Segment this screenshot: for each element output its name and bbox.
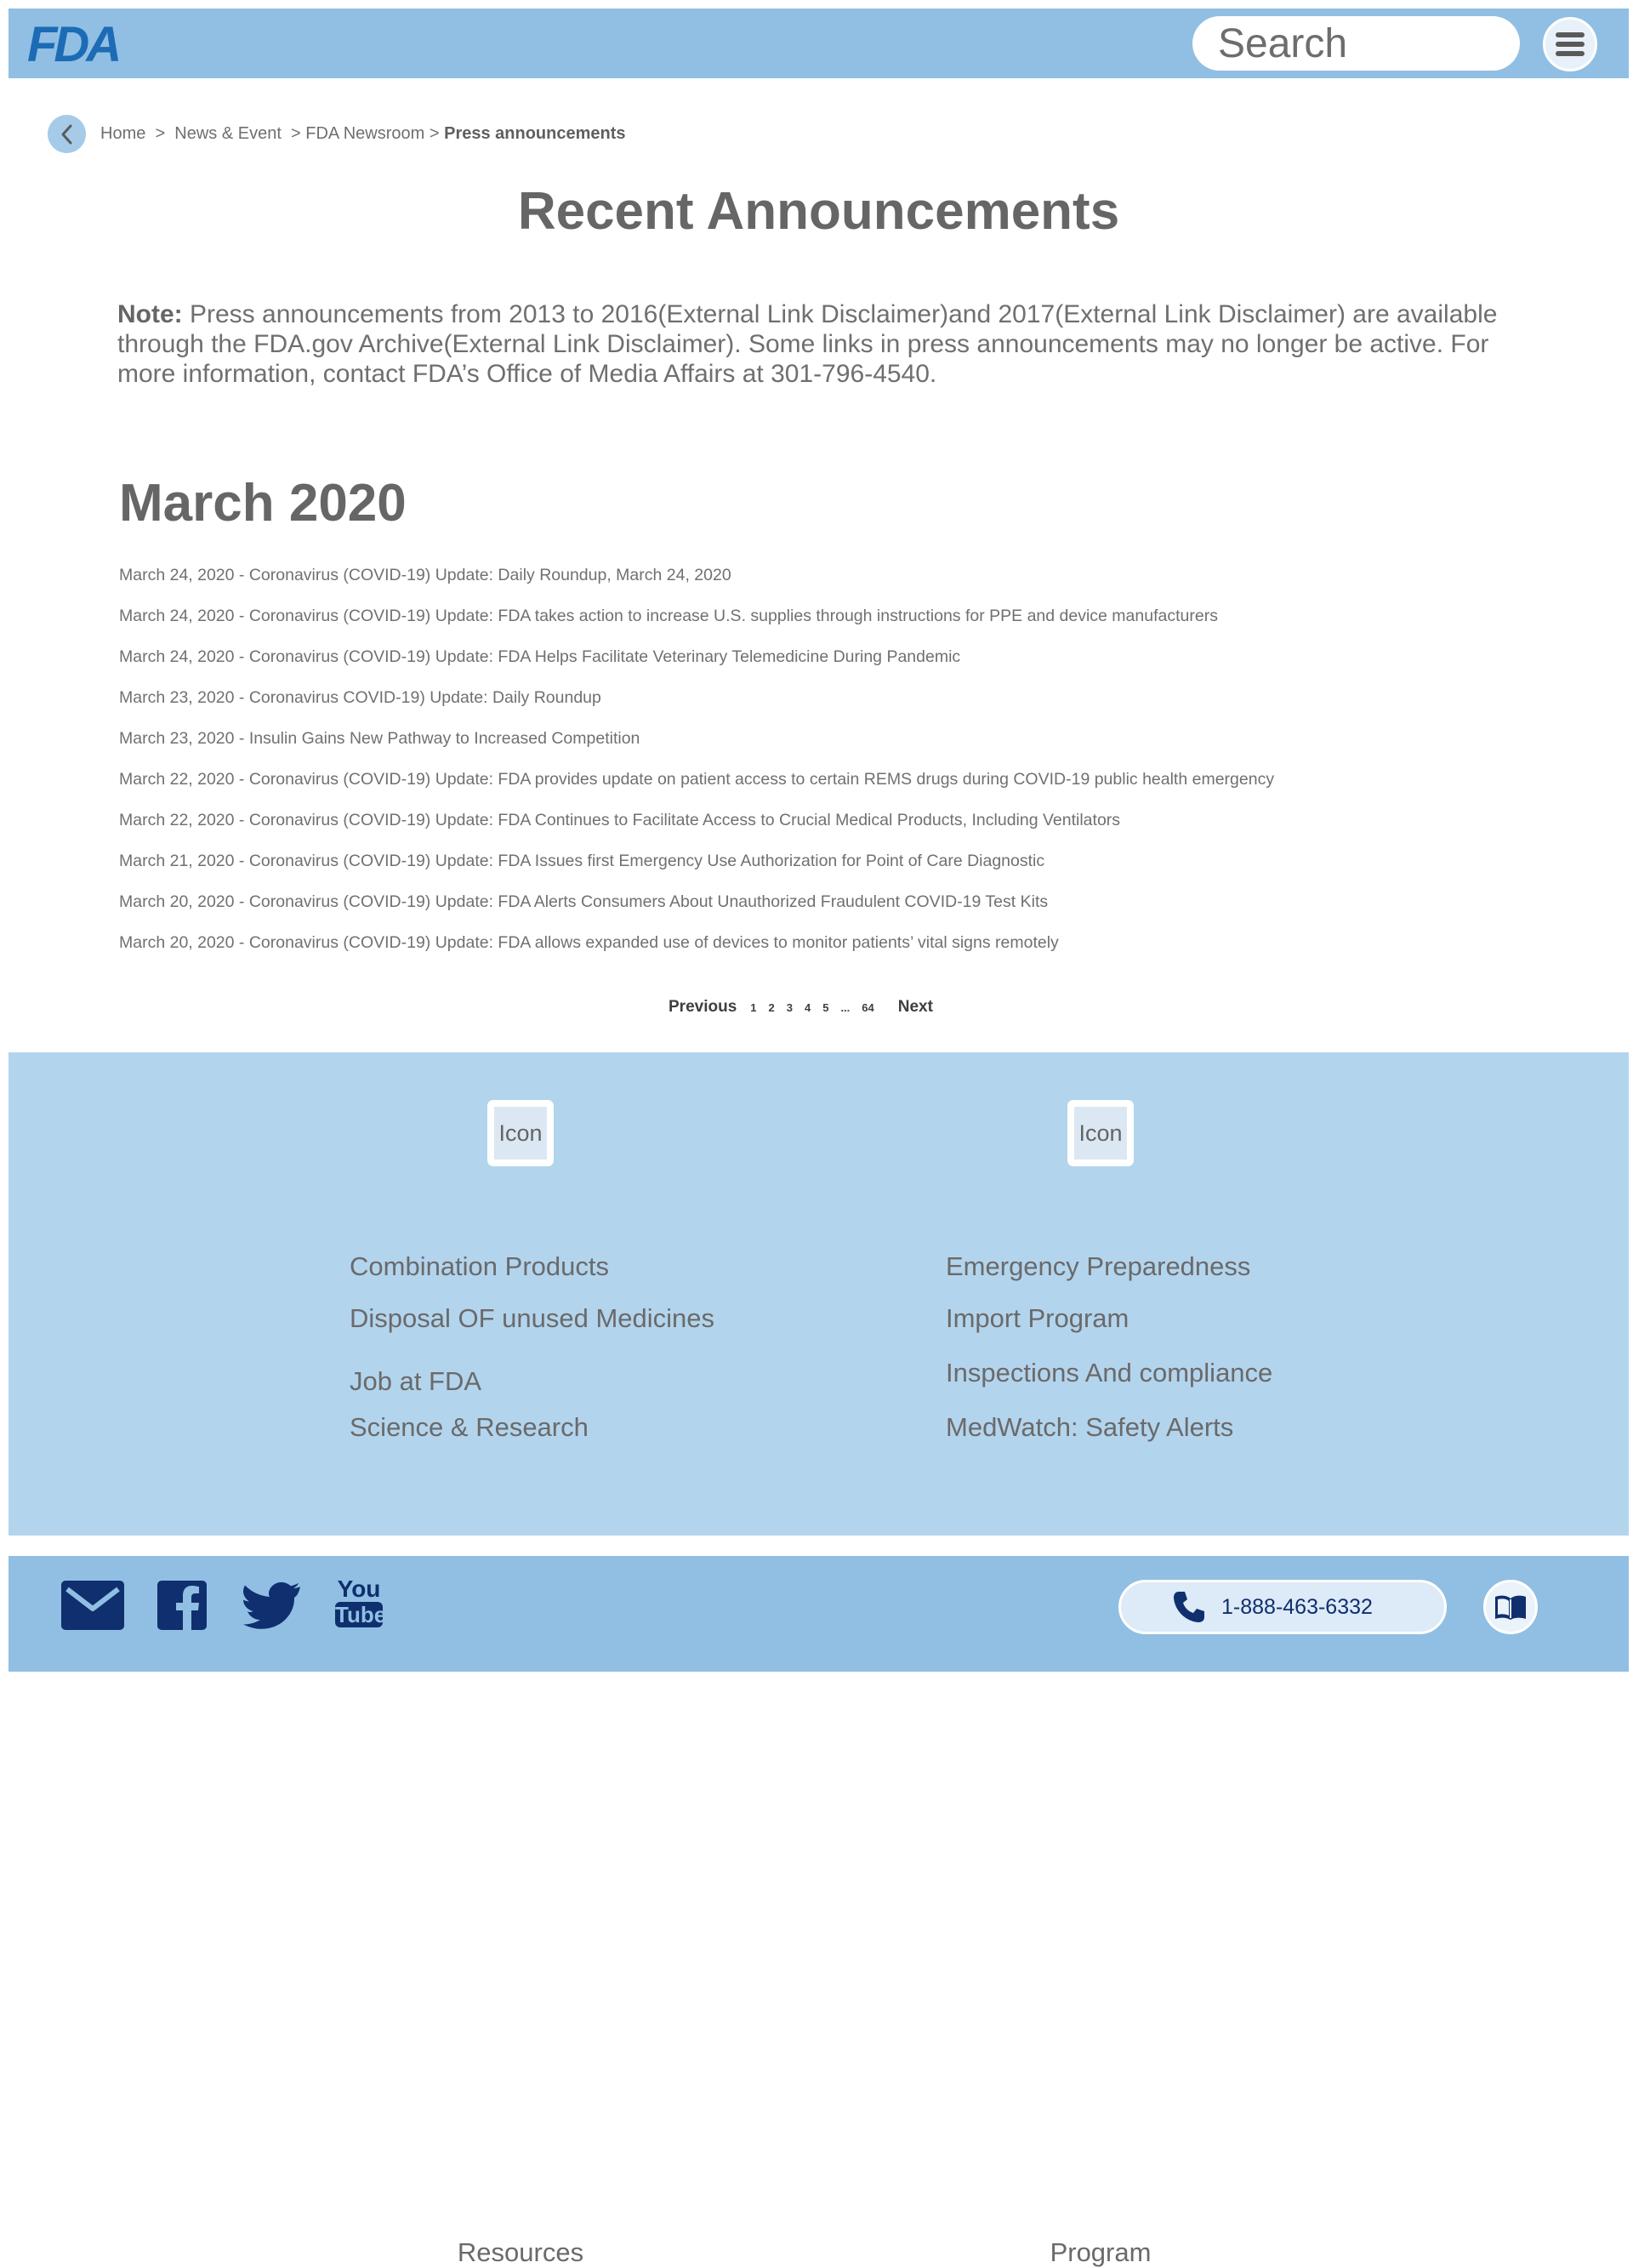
footer-link-emergency-preparedness[interactable]: Emergency Preparedness bbox=[946, 1251, 1250, 1282]
page-link-64[interactable]: 64 bbox=[862, 1001, 873, 1014]
top-navigation-bar: FDA bbox=[9, 9, 1629, 78]
announcement-link[interactable]: March 24, 2020 - Coronavirus (COVID-19) … bbox=[119, 645, 1274, 686]
announcement-link[interactable]: March 22, 2020 - Coronavirus (COVID-19) … bbox=[119, 808, 1274, 849]
breadcrumb-newsroom[interactable]: FDA Newsroom bbox=[305, 124, 424, 143]
program-icon-label: Icon bbox=[1074, 1107, 1127, 1160]
search-input[interactable] bbox=[1192, 16, 1520, 71]
footer-link-combination-products[interactable]: Combination Products bbox=[350, 1251, 609, 1282]
footer-link-import-program[interactable]: Import Program bbox=[946, 1303, 1129, 1334]
resources-title: Resources bbox=[457, 2237, 584, 2267]
page-link-1[interactable]: 1 bbox=[750, 1001, 756, 1014]
announcement-link[interactable]: March 24, 2020 - Coronavirus (COVID-19) … bbox=[119, 563, 1274, 604]
phone-contact-button[interactable]: 1-888-463-6332 bbox=[1118, 1580, 1447, 1634]
back-button[interactable] bbox=[48, 115, 86, 153]
program-title: Program bbox=[1050, 2237, 1152, 2267]
youtube-icon-text-bottom: Tube bbox=[335, 1602, 387, 1627]
announcement-link[interactable]: March 20, 2020 - Coronavirus (COVID-19) … bbox=[119, 931, 1274, 972]
announcement-link[interactable]: March 22, 2020 - Coronavirus (COVID-19) … bbox=[119, 767, 1274, 808]
breadcrumb-news-event[interactable]: News & Event bbox=[174, 124, 282, 143]
resources-icon-label: Icon bbox=[494, 1107, 547, 1160]
mail-icon[interactable] bbox=[61, 1581, 124, 1634]
footer-link-job-at-fda[interactable]: Job at FDA bbox=[350, 1366, 481, 1397]
page-link-2[interactable]: 2 bbox=[769, 1001, 775, 1014]
month-heading: March 2020 bbox=[119, 474, 407, 533]
youtube-icon[interactable]: You Tube bbox=[333, 1576, 387, 1627]
phone-icon bbox=[1174, 1592, 1204, 1622]
breadcrumb-home[interactable]: Home bbox=[100, 124, 145, 143]
program-icon: Icon bbox=[1067, 1100, 1134, 1166]
note-text: Press announcements from 2013 to 2016(Ex… bbox=[117, 300, 1498, 388]
youtube-icon-text-top: You bbox=[337, 1576, 381, 1602]
facebook-icon[interactable] bbox=[157, 1581, 207, 1634]
fda-logo[interactable]: FDA bbox=[27, 17, 129, 72]
footer-link-disposal-medicines[interactable]: Disposal OF unused Medicines bbox=[350, 1303, 714, 1334]
pagination: Previous 1 2 3 4 5 ... 64 Next bbox=[669, 998, 933, 1017]
announcement-link[interactable]: March 23, 2020 - Insulin Gains New Pathw… bbox=[119, 727, 1274, 767]
page-ellipsis: ... bbox=[840, 1001, 851, 1014]
note-paragraph: Note: Press announcements from 2013 to 2… bbox=[117, 299, 1546, 389]
page-link-5[interactable]: 5 bbox=[822, 1001, 828, 1014]
resources-icon: Icon bbox=[487, 1100, 554, 1166]
announcement-link[interactable]: March 21, 2020 - Coronavirus (COVID-19) … bbox=[119, 849, 1274, 890]
previous-page-button[interactable]: Previous bbox=[669, 998, 737, 1017]
phone-number: 1-888-463-6332 bbox=[1221, 1594, 1373, 1619]
breadcrumb-separator: > bbox=[150, 124, 170, 143]
fda-logo-icon: FDA bbox=[27, 17, 122, 72]
note-label: Note: bbox=[117, 300, 183, 328]
page-link-3[interactable]: 3 bbox=[787, 1001, 793, 1014]
next-page-button[interactable]: Next bbox=[898, 998, 933, 1017]
page-link-4[interactable]: 4 bbox=[805, 1001, 811, 1014]
footer-links-section: Icon Resources Icon Program Combination … bbox=[9, 1052, 1629, 2267]
breadcrumb-current: Press announcements bbox=[444, 124, 626, 143]
footer-link-inspections-compliance[interactable]: Inspections And compliance bbox=[946, 1358, 1272, 1388]
footer-link-science-research[interactable]: Science & Research bbox=[350, 1412, 589, 1443]
twitter-icon[interactable] bbox=[243, 1581, 301, 1633]
announcement-link[interactable]: March 23, 2020 - Coronavirus COVID-19) U… bbox=[119, 686, 1274, 727]
announcement-link[interactable]: March 20, 2020 - Coronavirus (COVID-19) … bbox=[119, 890, 1274, 931]
bottom-contact-bar: You Tube 1-888-463-6332 bbox=[9, 1556, 1629, 1672]
breadcrumb: Home > News & Event > FDA Newsroom > Pre… bbox=[100, 124, 626, 144]
breadcrumb-separator: > bbox=[286, 124, 301, 143]
book-icon[interactable] bbox=[1483, 1580, 1538, 1634]
chevron-left-icon bbox=[61, 124, 71, 144]
announcement-list: March 24, 2020 - Coronavirus (COVID-19) … bbox=[119, 563, 1274, 972]
svg-text:FDA: FDA bbox=[27, 17, 118, 68]
footer-link-medwatch-safety-alerts[interactable]: MedWatch: Safety Alerts bbox=[946, 1412, 1233, 1443]
hamburger-menu-icon[interactable] bbox=[1543, 17, 1597, 71]
breadcrumb-separator: > bbox=[429, 124, 440, 143]
page-title: Recent Announcements bbox=[517, 182, 1120, 241]
announcement-link[interactable]: March 24, 2020 - Coronavirus (COVID-19) … bbox=[119, 604, 1274, 645]
